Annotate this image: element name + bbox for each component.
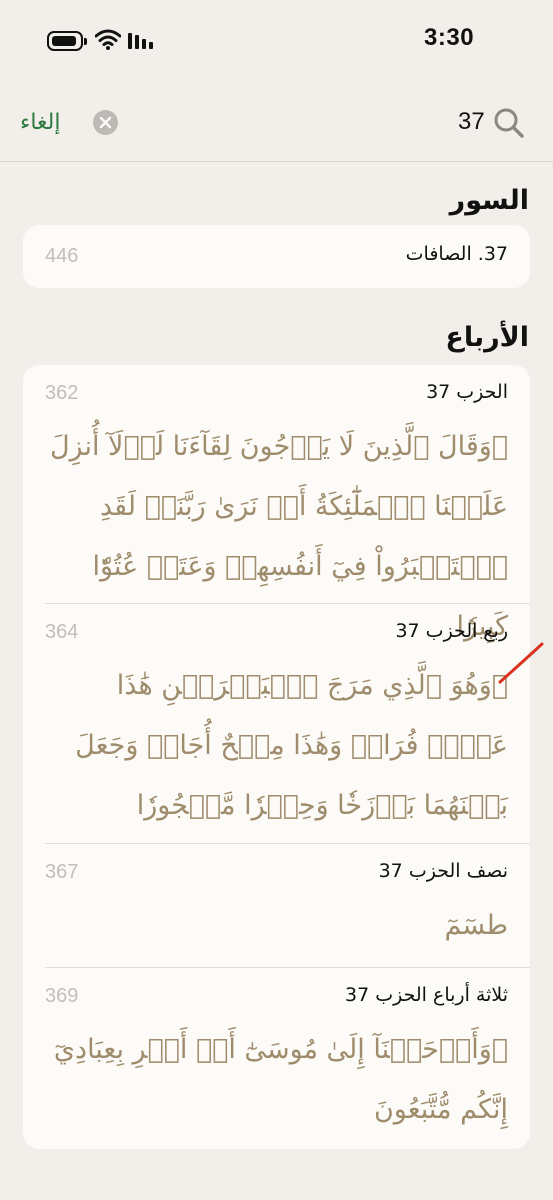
status-bar: 3:30 <box>0 0 553 80</box>
page-number: 362 <box>45 382 79 404</box>
search-icon <box>494 108 524 138</box>
surah-name: 37. الصافات <box>405 243 508 265</box>
page-number: 367 <box>45 861 79 883</box>
wifi-icon <box>95 29 121 50</box>
page-number: 369 <box>45 985 79 1007</box>
section-title-surahs: السور <box>449 185 529 216</box>
surah-result-item[interactable]: 37. الصافات 446 <box>23 225 530 288</box>
verse-text: ۞وَأَوۡحَيۡنَآ إِلَىٰ مُوسَىٰٓ أَنۡ أَسۡ… <box>53 1034 508 1125</box>
rub-label: ثلاثة أرباع الحزب 37 <box>345 984 508 1006</box>
section-title-rubs: الأرباع <box>445 322 529 353</box>
rubs-list: الحزب 37 362 ۞وَقَالَ ٱلَّذِينَ لَا يَرۡ… <box>23 365 530 1149</box>
list-item[interactable]: الحزب 37 362 ۞وَقَالَ ٱلَّذِينَ لَا يَرۡ… <box>23 365 530 642</box>
cellular-signal-icon <box>128 33 153 49</box>
clear-search-button[interactable] <box>93 110 118 135</box>
search-input[interactable]: 37 <box>458 108 485 136</box>
annotation-stroke <box>498 642 544 684</box>
list-item[interactable]: ثلاثة أرباع الحزب 37 369 ۞وَأَوۡحَيۡنَآ … <box>23 968 530 1149</box>
rub-label: ربع الحزب 37 <box>395 620 508 642</box>
list-item[interactable]: ربع الحزب 37 364 ۞وَهُوَ ٱلَّذِي مَرَجَ … <box>23 604 530 843</box>
status-time: 3:30 <box>424 24 475 51</box>
search-bar: إلغاء 37 <box>0 88 553 162</box>
verse-text: طسٓمٓ <box>444 910 508 941</box>
cancel-button[interactable]: إلغاء <box>20 110 60 135</box>
rub-label: الحزب 37 <box>426 381 508 403</box>
page-number: 364 <box>45 621 79 643</box>
page-number: 446 <box>45 245 79 267</box>
list-item[interactable]: نصف الحزب 37 367 طسٓمٓ <box>23 844 530 967</box>
close-icon <box>99 116 112 129</box>
battery-icon <box>47 31 87 51</box>
verse-text: ۞وَهُوَ ٱلَّذِي مَرَجَ ٱلۡبَحۡرَيۡنِ هَٰ… <box>75 670 508 821</box>
rub-label: نصف الحزب 37 <box>378 860 508 882</box>
